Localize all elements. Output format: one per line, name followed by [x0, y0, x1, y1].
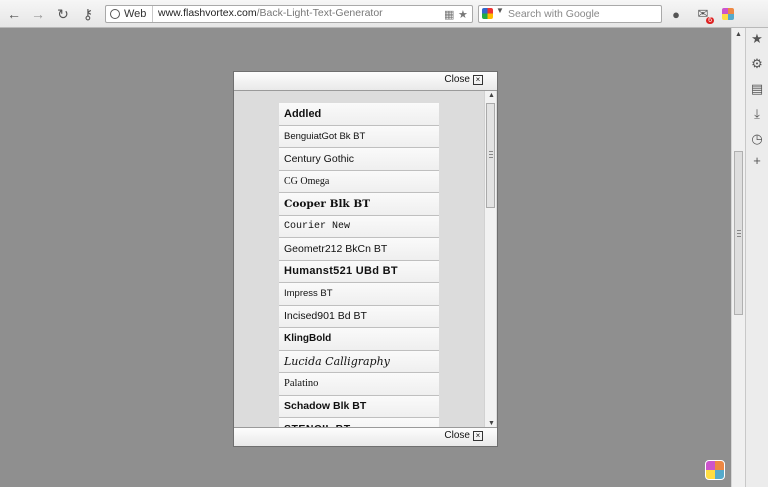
badge-count: 6 [706, 17, 714, 24]
gear-icon[interactable]: ⚙ [750, 56, 764, 71]
page-icon[interactable]: ▦ [444, 8, 454, 21]
search-input[interactable]: Search with Google [508, 8, 600, 20]
list-item[interactable]: Century Gothic [279, 148, 439, 171]
font-list: Addled BenguiatGot Bk BT Century Gothic … [279, 103, 439, 429]
add-panel-icon[interactable]: + [750, 153, 764, 168]
list-item[interactable]: CG Omega [279, 170, 439, 193]
url-path: /Back-Light-Text-Generator [256, 7, 383, 19]
dialog-footer: Close × [234, 427, 497, 446]
download-icon[interactable]: ⤓ [750, 106, 764, 121]
notes-icon[interactable]: ▤ [750, 81, 764, 96]
sidebar: ★ ⚙ ▤ ⤓ ◷ + [745, 28, 768, 487]
list-item[interactable]: Lucida Calligraphy [279, 350, 439, 373]
scroll-thumb[interactable] [734, 151, 743, 315]
lightbulb-icon[interactable]: ● [668, 6, 684, 22]
page-scrollbar[interactable]: ▲ [731, 28, 745, 487]
list-item[interactable]: Addled [279, 103, 439, 126]
font-picker-dialog: Close × Addled BenguiatGot Bk BT Century… [233, 71, 498, 447]
mail-icon[interactable]: ✉ 6 [695, 6, 714, 24]
close-button[interactable]: Close × [444, 74, 483, 85]
globe-icon [110, 9, 120, 19]
site-info-chip[interactable]: Web [106, 6, 154, 22]
list-item[interactable]: Courier New [279, 215, 439, 238]
dialog-header: Close × [234, 72, 497, 91]
address-bar[interactable]: Web www.flashvortex.com/Back-Light-Text-… [105, 5, 473, 23]
list-item[interactable]: Impress BT [279, 283, 439, 306]
puzzle-icon[interactable] [720, 6, 736, 22]
list-item[interactable]: Cooper Blk BT [279, 193, 439, 216]
scroll-thumb[interactable] [486, 103, 495, 208]
close-icon: × [473, 430, 483, 441]
web-label: Web [124, 8, 147, 20]
list-scrollbar[interactable]: ▲ ▼ [484, 91, 496, 428]
forward-arrow-icon[interactable]: → [29, 5, 47, 23]
back-arrow-icon[interactable]: ← [5, 5, 23, 23]
list-item[interactable]: BenguiatGot Bk BT [279, 125, 439, 148]
close-label: Close [444, 430, 470, 441]
url-text[interactable]: www.flashvortex.com/Back-Light-Text-Gene… [158, 7, 383, 19]
google-icon [482, 8, 493, 19]
url-host: www.flashvortex.com [158, 7, 257, 19]
browser-toolbar: ← → ↻ ⚷ Web www.flashvortex.com/Back-Lig… [0, 0, 768, 28]
reload-icon[interactable]: ↻ [54, 5, 72, 23]
star-icon[interactable]: ★ [458, 8, 468, 21]
list-item[interactable]: Incised901 Bd BT [279, 305, 439, 328]
chevron-down-icon[interactable]: ▼ [496, 6, 504, 15]
list-item[interactable]: Palatino [279, 373, 439, 396]
history-clock-icon[interactable]: ◷ [750, 131, 764, 146]
list-item[interactable]: Humanst521 UBd BT [279, 260, 439, 283]
scroll-up-icon[interactable]: ▲ [735, 31, 742, 38]
key-icon[interactable]: ⚷ [79, 5, 97, 23]
extension-icon[interactable] [705, 460, 725, 480]
list-item[interactable]: KlingBold [279, 328, 439, 351]
bookmark-star-icon[interactable]: ★ [750, 31, 764, 46]
search-box[interactable]: ▼ Search with Google [478, 5, 662, 23]
close-icon: × [473, 74, 483, 85]
close-label: Close [444, 74, 470, 85]
list-item[interactable]: Geometr212 BkCn BT [279, 238, 439, 261]
list-item[interactable]: Schadow Blk BT [279, 395, 439, 418]
scroll-down-icon[interactable]: ▼ [488, 420, 495, 427]
close-button[interactable]: Close × [444, 430, 483, 441]
scroll-up-icon[interactable]: ▲ [488, 92, 495, 99]
